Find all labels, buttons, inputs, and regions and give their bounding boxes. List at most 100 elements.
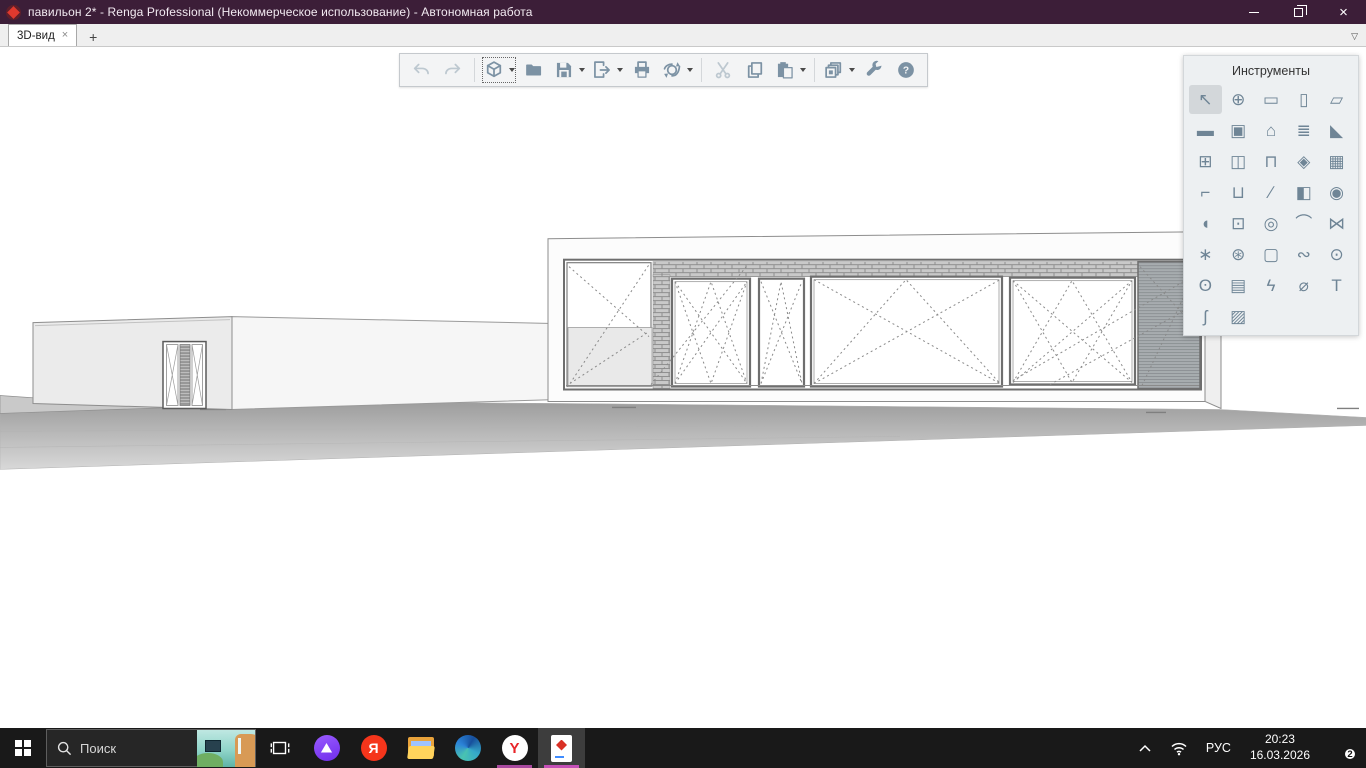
paste-button[interactable]: [772, 56, 808, 84]
tool-truss[interactable]: ◈: [1287, 147, 1320, 176]
tool-column[interactable]: ▯: [1287, 85, 1320, 114]
tool-dimension[interactable]: ⌀: [1287, 271, 1320, 300]
tool-door[interactable]: ◫: [1222, 147, 1255, 176]
cut-icon: [712, 59, 734, 81]
tool-text[interactable]: T: [1320, 271, 1353, 300]
tool-line3d[interactable]: ∕: [1255, 178, 1288, 207]
wall-icon: ▭: [1263, 91, 1279, 108]
task-view-button[interactable]: [256, 728, 303, 768]
tool-plumbing-fixture[interactable]: ◖: [1189, 209, 1222, 238]
tool-door-leaf[interactable]: ◧: [1287, 178, 1320, 207]
tab-3d-view[interactable]: 3D-вид ×: [8, 24, 77, 46]
tool-pipe-fitting[interactable]: ⋈: [1320, 209, 1353, 238]
duct-fitting-icon: ∾: [1297, 246, 1311, 263]
system-tray: РУС 20:23 16.03.2026 2: [1131, 728, 1366, 768]
app-alice-button[interactable]: [303, 728, 350, 768]
app-edge-button[interactable]: [444, 728, 491, 768]
app-file-explorer-button[interactable]: [397, 728, 444, 768]
tool-electric-circuit[interactable]: ϟ: [1255, 271, 1288, 300]
new-tab-button[interactable]: +: [83, 27, 103, 46]
tool-foundation[interactable]: ⊔: [1222, 178, 1255, 207]
tray-expand-button[interactable]: [1131, 728, 1159, 768]
tool-profile[interactable]: ⌐: [1189, 178, 1222, 207]
electric-panel-icon: ▤: [1230, 277, 1246, 294]
tab-overflow-icon[interactable]: ▽: [1351, 31, 1358, 42]
wrench-icon: [863, 59, 885, 81]
tool-duct[interactable]: ▢: [1255, 240, 1288, 269]
app-yandex-start-button[interactable]: Я: [350, 728, 397, 768]
truss-icon: ◈: [1297, 153, 1310, 170]
tool-beam[interactable]: ▱: [1320, 85, 1353, 114]
open-project-button[interactable]: [519, 56, 549, 84]
tool-vent-equipment[interactable]: ∗: [1189, 240, 1222, 269]
start-button[interactable]: [0, 728, 46, 768]
tool-pipe[interactable]: ⌒: [1287, 209, 1320, 238]
save-button[interactable]: [551, 56, 587, 84]
redo-button: [438, 56, 468, 84]
notification-icon: 2: [1329, 738, 1353, 758]
tool-roof[interactable]: ⌂: [1255, 116, 1288, 145]
tab-close-icon[interactable]: ×: [62, 30, 68, 41]
taskbar-search-box[interactable]: Поиск: [46, 729, 256, 767]
language-indicator[interactable]: РУС: [1199, 728, 1238, 768]
settings-button[interactable]: [859, 56, 889, 84]
text-icon: T: [1331, 277, 1341, 294]
tool-floor[interactable]: ▬: [1189, 116, 1222, 145]
tool-socket[interactable]: ⊙: [1320, 240, 1353, 269]
dropdown-arrow-icon[interactable]: [687, 68, 693, 72]
close-button[interactable]: ×: [1321, 0, 1366, 24]
network-button[interactable]: [1163, 728, 1195, 768]
tool-electric-panel[interactable]: ▤: [1222, 271, 1255, 300]
yandex-icon: Я: [361, 735, 387, 761]
tool-grid-axes[interactable]: ⊕: [1222, 85, 1255, 114]
dropdown-arrow-icon[interactable]: [849, 68, 855, 72]
dropdown-arrow-icon[interactable]: [509, 68, 515, 72]
restore-button[interactable]: [1276, 0, 1321, 24]
dropdown-arrow-icon[interactable]: [579, 68, 585, 72]
view-mode-button[interactable]: [481, 56, 517, 84]
3d-viewport[interactable]: [0, 48, 1366, 728]
equipment-icon: ◉: [1329, 184, 1344, 201]
tool-vent-system[interactable]: ⊛: [1222, 240, 1255, 269]
tool-railing[interactable]: ⊓: [1255, 147, 1288, 176]
visibility-button[interactable]: [821, 56, 857, 84]
tool-light-fixture[interactable]: ʘ: [1189, 271, 1222, 300]
duct-icon: ▢: [1263, 246, 1279, 263]
print-button[interactable]: [627, 56, 657, 84]
daily-image-waterfall: [238, 738, 241, 754]
svg-text:?: ?: [903, 66, 909, 77]
viewcube-icon: [483, 59, 505, 81]
action-center-button[interactable]: 2: [1322, 728, 1360, 768]
search-daily-image[interactable]: [197, 730, 255, 767]
app-yandex-browser-button[interactable]: Y: [491, 728, 538, 768]
view-tabbar: 3D-вид × + ▽: [0, 24, 1366, 47]
tools-panel-title: Инструменты: [1189, 64, 1353, 78]
orbit-view-button[interactable]: [659, 56, 695, 84]
tool-hatch[interactable]: ▨: [1222, 302, 1255, 331]
tool-opening[interactable]: ▣: [1222, 116, 1255, 145]
tool-stairs[interactable]: ≣: [1287, 116, 1320, 145]
help-button[interactable]: ?: [891, 56, 921, 84]
clock[interactable]: 20:23 16.03.2026: [1242, 728, 1318, 768]
tool-wall[interactable]: ▭: [1255, 85, 1288, 114]
app-renga-button[interactable]: [538, 728, 585, 768]
plumbing-fixture-icon: ◖: [1200, 215, 1210, 232]
toolbar-separator: [474, 58, 475, 82]
tool-assembly[interactable]: ▦: [1320, 147, 1353, 176]
export-button[interactable]: [589, 56, 625, 84]
dropdown-arrow-icon[interactable]: [800, 68, 806, 72]
tool-duct-fitting[interactable]: ∾: [1287, 240, 1320, 269]
tool-equipment[interactable]: ◉: [1320, 178, 1353, 207]
tool-water-system[interactable]: ◎: [1255, 209, 1288, 238]
tool-obj-select[interactable]: ↖: [1189, 85, 1222, 114]
restore-icon: [1294, 8, 1303, 17]
floor-icon: ▬: [1197, 122, 1214, 139]
copy-button[interactable]: [740, 56, 770, 84]
tool-window[interactable]: ⊞: [1189, 147, 1222, 176]
tool-ramp[interactable]: ◣: [1320, 116, 1353, 145]
dropdown-arrow-icon[interactable]: [617, 68, 623, 72]
tool-mep-equipment[interactable]: ⊡: [1222, 209, 1255, 238]
tool-route[interactable]: ʃ: [1189, 302, 1222, 331]
grid-axes-icon: ⊕: [1231, 91, 1245, 108]
minimize-button[interactable]: [1231, 0, 1276, 24]
